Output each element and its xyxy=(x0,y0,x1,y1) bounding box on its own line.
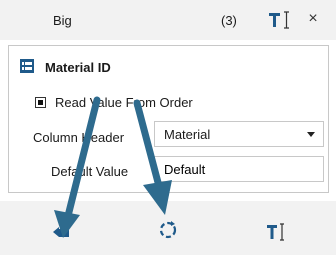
default-value-input[interactable] xyxy=(154,156,324,182)
select-value: Material xyxy=(164,127,211,142)
back-icon[interactable] xyxy=(51,221,73,243)
text-cursor-icon[interactable] xyxy=(268,10,294,30)
column-header-select[interactable]: Material xyxy=(154,121,324,147)
refresh-icon[interactable] xyxy=(157,219,179,241)
property-section: Material ID Read Value From Order Column… xyxy=(8,45,329,193)
chevron-down-icon xyxy=(307,132,315,137)
section-title: Material ID xyxy=(45,60,111,75)
checkbox-label: Read Value From Order xyxy=(55,95,193,110)
panel-header: Big (3) × xyxy=(0,0,336,40)
header-count: (3) xyxy=(221,13,237,28)
close-icon[interactable]: × xyxy=(305,10,321,28)
text-cursor-icon[interactable] xyxy=(266,221,288,243)
properties-panel: Big (3) × Material ID Read Value From Or… xyxy=(0,0,336,255)
read-value-checkbox[interactable] xyxy=(35,97,46,108)
column-header-label: Column Header xyxy=(33,130,125,145)
default-value-label: Default Value xyxy=(51,164,129,179)
table-icon xyxy=(19,58,35,74)
header-title: Big xyxy=(53,13,72,28)
